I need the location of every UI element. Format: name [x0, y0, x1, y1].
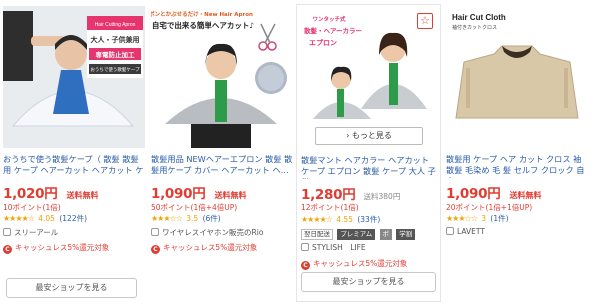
price: 1,280円 [301, 187, 356, 203]
cheapest-shop-button[interactable]: 最安ショップを見る [301, 272, 436, 292]
rating[interactable]: ★★★☆☆ 3 (1件) [446, 213, 509, 224]
rating-stars-icon: ★★★★☆ [3, 214, 35, 223]
points-label: 50ポイント(1倍+4倍UP) [151, 203, 238, 212]
student-badge: 学割 [396, 229, 416, 240]
shipping-label: 送料無料 [66, 191, 99, 200]
price: 1,090円 [446, 186, 501, 202]
product-title[interactable]: おうちで使う散髪ケープ（ 散髪 散髪用 ケープ ヘアーカット ヘアカット ケー… [3, 154, 145, 178]
cashback-label: C キャッシュレス5%還元対象 [301, 258, 407, 270]
product-title[interactable]: 散髪マント ヘアカラー ヘアカット ケープ エプロン 散髪 ケープ 大人 子供 … [301, 155, 439, 179]
cashless-icon: C [301, 261, 310, 270]
cashback-label: C キャッシュレス5%還元対象 [3, 242, 109, 254]
shop-label[interactable]: STYLISH LIFE [312, 243, 366, 252]
cashless-icon: C [151, 245, 160, 254]
rating-stars-icon: ★★★★☆ [301, 215, 333, 224]
price-row: 1,020円 送料無料 [3, 182, 145, 202]
banner-top-text: ボンとかぶせるだけ・New Hair Apron [151, 10, 253, 18]
cashback-text: キャッシュレス5%還元対象 [163, 243, 258, 252]
product-image[interactable]: ワンタッチ式 散髪・ヘアーカラー エプロン ☆ › もっと見る [301, 9, 437, 145]
cashback-text: キャッシュレス5%還元対象 [313, 259, 408, 268]
rating[interactable]: ★★★☆☆ 3.5 (6件) [151, 213, 221, 224]
cashless-icon: C [3, 245, 12, 254]
shop-icon [151, 228, 159, 236]
banner-sub-text: 袖付きカットクロス [452, 24, 497, 31]
banner-main-text: 大人・子供兼用 [91, 35, 140, 44]
shop-label[interactable]: ワイヤレスイヤホン販売のRio [162, 228, 263, 237]
product-image[interactable]: Hair Cut Cloth 袖付きカットクロス [446, 6, 588, 148]
points-label: 10ポイント(1倍) [3, 203, 61, 212]
shop-icon [446, 227, 454, 235]
shop-icon [301, 243, 309, 251]
product-image[interactable]: ボンとかぶせるだけ・New Hair Apron 自宅で出来る簡単ヘアカット♪ [151, 6, 293, 148]
shop-name[interactable]: ワイヤレスイヤホン販売のRio [151, 227, 263, 238]
premium-badge: プレミアム [337, 229, 376, 240]
banner-sub-text: エプロン [309, 38, 337, 47]
banner-sub-text: 専電防止加工 [96, 50, 136, 59]
cashback-label: C キャッシュレス5%還元対象 [151, 242, 257, 254]
price: 1,090円 [151, 186, 206, 202]
banner-main-text: Hair Cut Cloth [452, 13, 506, 22]
rating[interactable]: ★★★★☆ 4.05 (122件) [3, 213, 87, 224]
product-card[interactable]: ボンとかぶせるだけ・New Hair Apron 自宅で出来る簡単ヘアカット♪ [151, 6, 293, 302]
banner-small-text: おうちで使う散髪ケープ [90, 66, 140, 73]
point-badge: ポ [379, 229, 393, 240]
shop-icon [3, 228, 11, 236]
product-grid: Hair Cutting Apron 大人・子供兼用 専電防止加工 おうちで使う… [0, 0, 600, 304]
rating-score: 3 [481, 214, 487, 223]
review-count[interactable]: (1件) [490, 214, 508, 223]
shop-label[interactable]: LAVETT [457, 227, 485, 236]
see-more-button[interactable]: › もっと見る [315, 127, 423, 145]
banner-main-text: 自宅で出来る簡単ヘアカット♪ [152, 20, 254, 30]
cashback-text: キャッシュレス5%還元対象 [15, 243, 110, 252]
cheapest-shop-button[interactable]: 最安ショップを見る [6, 278, 137, 298]
product-card[interactable]: Hair Cut Cloth 袖付きカットクロス 散髪用 ケープ ヘア カット … [446, 6, 588, 302]
product-image[interactable]: Hair Cutting Apron 大人・子供兼用 専電防止加工 おうちで使う… [3, 6, 145, 148]
rating-score: 3.5 [186, 214, 199, 223]
shop-name[interactable]: STYLISH LIFE [301, 242, 366, 253]
rating-stars-icon: ★★★☆☆ [151, 214, 183, 223]
review-count[interactable]: (6件) [203, 214, 221, 223]
review-count[interactable]: (33件) [357, 215, 380, 224]
review-count[interactable]: (122件) [59, 214, 87, 223]
favorite-star-icon[interactable]: ☆ [417, 13, 433, 29]
price-row: 1,280円 送料380円 [301, 183, 443, 203]
points-label: 20ポイント(1倍+1倍UP) [446, 203, 533, 212]
rating[interactable]: ★★★★☆ 4.55 (33件) [301, 214, 380, 225]
see-more-label: もっと見る [351, 131, 392, 140]
shipping-cost: 送料380円 [363, 192, 401, 201]
product-title[interactable]: 散髪用品 NEWヘアーエプロン 散髪 散髪用ケープ カバー ヘアーカット ヘ… [151, 154, 293, 178]
price-row: 1,090円 送料無料 [446, 182, 588, 202]
product-card[interactable]: Hair Cutting Apron 大人・子供兼用 専電防止加工 おうちで使う… [3, 6, 145, 302]
points-label: 12ポイント(1倍) [301, 203, 359, 212]
shipping-label: 送料無料 [214, 191, 247, 200]
shipping-label: 送料無料 [509, 191, 542, 200]
rating-score: 4.05 [38, 214, 55, 223]
price-row: 1,090円 送料無料 [151, 182, 293, 202]
banner-top-text: ワンタッチ式 [312, 15, 346, 23]
shop-name[interactable]: LAVETT [446, 227, 485, 236]
shop-name[interactable]: スリーアール [3, 227, 58, 238]
rating-stars-icon: ★★★☆☆ [446, 214, 478, 223]
banner-top-text: Hair Cutting Apron [95, 22, 136, 28]
next-day-badge: 翌日配送 [301, 229, 333, 240]
banner-main-text: 散髪・ヘアーカラー [304, 26, 362, 35]
rating-score: 4.55 [336, 215, 353, 224]
product-card[interactable]: ワンタッチ式 散髪・ヘアーカラー エプロン ☆ › もっと見る 散髪マント ヘア… [296, 4, 441, 302]
shop-label[interactable]: スリーアール [14, 228, 58, 237]
service-badges: 翌日配送 プレミアム ポ 学割 [301, 229, 417, 240]
product-title[interactable]: 散髪用 ケープ ヘア カット クロス 袖 散髪 毛染め 毛 髪 セルフ クロック… [446, 154, 588, 178]
price: 1,020円 [3, 186, 58, 202]
